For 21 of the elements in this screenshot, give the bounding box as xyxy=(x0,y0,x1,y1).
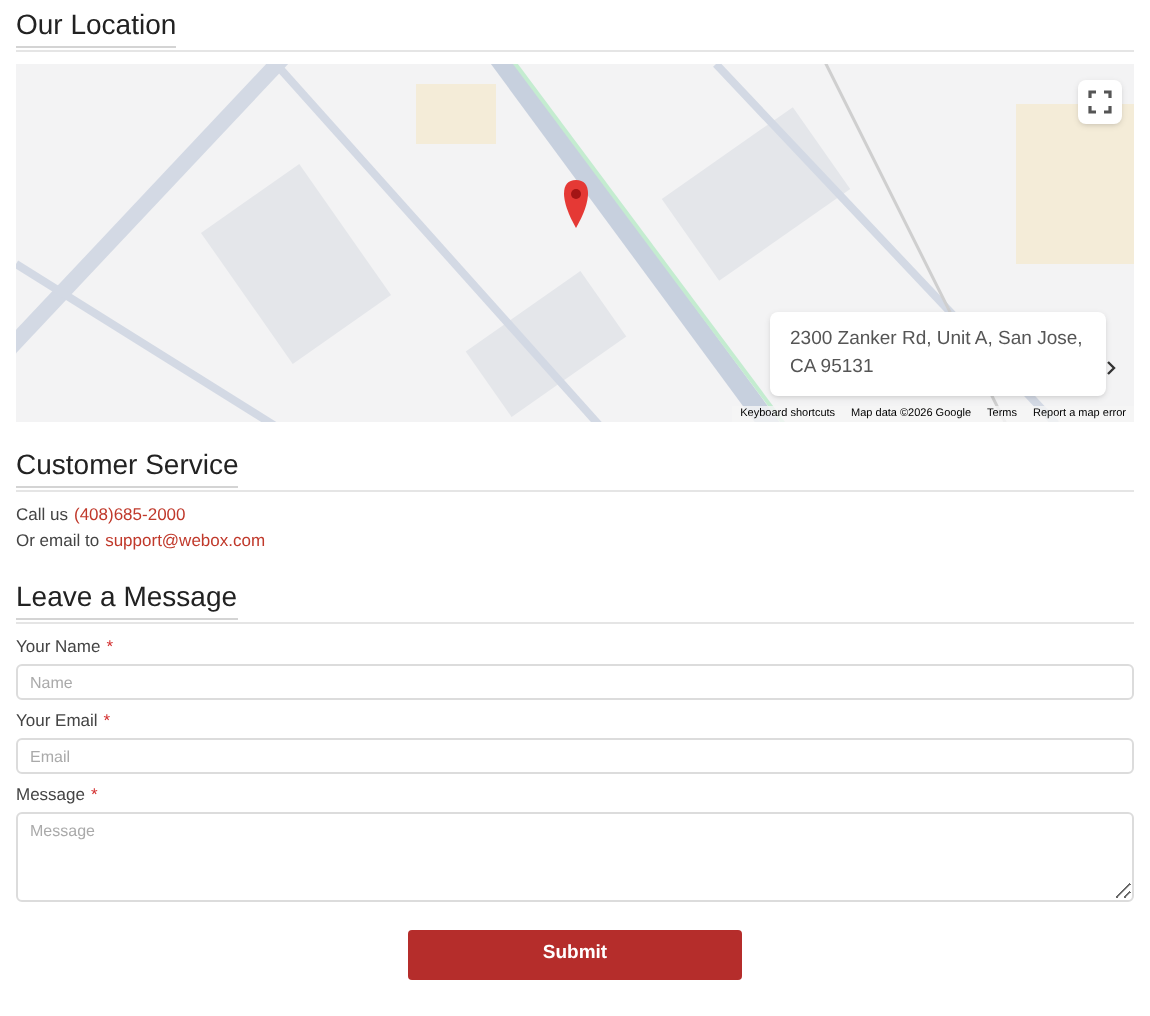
fullscreen-button[interactable] xyxy=(1078,80,1122,124)
contact-link[interactable]: (408)685-2000 xyxy=(73,502,186,528)
message-field[interactable]: Message xyxy=(16,812,1134,902)
chevron-icon[interactable] xyxy=(1106,360,1118,376)
field-label: Your Name xyxy=(16,636,101,658)
submit-button[interactable]: Submit xyxy=(408,930,742,980)
field-label: Message xyxy=(16,784,85,806)
required-mark: * xyxy=(106,636,114,658)
contact-link[interactable]: support@webox.com xyxy=(105,528,266,554)
contact-label: Or email to xyxy=(16,528,100,554)
input-field[interactable]: Email xyxy=(16,738,1134,774)
input-field[interactable]: Name xyxy=(16,664,1134,700)
section-heading: Customer Service xyxy=(16,446,239,488)
required-mark: * xyxy=(91,784,98,806)
fullscreen-icon xyxy=(1088,90,1112,114)
section-heading: Leave a Message xyxy=(16,578,238,620)
required-mark: * xyxy=(103,710,111,732)
section-heading: Our Location xyxy=(16,6,177,48)
contact-label: Call us xyxy=(16,502,68,528)
field-label: Your Email xyxy=(16,710,98,732)
address-card: 2300 Zanker Rd, Unit A, San Jose, CA 95131 xyxy=(770,312,1106,396)
